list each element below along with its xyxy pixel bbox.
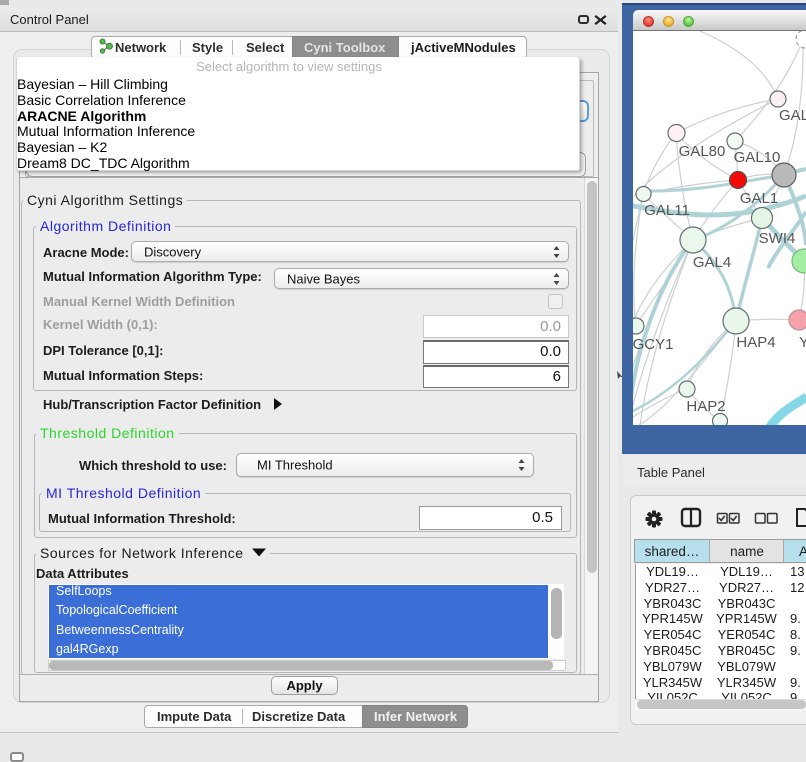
svg-text:GAL4: GAL4 <box>693 254 731 271</box>
svg-text:HAP2: HAP2 <box>686 398 725 415</box>
svg-text:YJ: YJ <box>799 334 806 351</box>
svg-text:GCY1: GCY1 <box>633 336 673 353</box>
svg-text:HAP4: HAP4 <box>736 334 775 351</box>
svg-text:GAL10: GAL10 <box>734 149 781 166</box>
svg-text:GAL80: GAL80 <box>679 143 726 160</box>
svg-text:SWI4: SWI4 <box>759 230 796 247</box>
svg-text:GAL11: GAL11 <box>644 202 690 219</box>
svg-text:GAL1: GAL1 <box>740 190 778 207</box>
svg-text:GAL7: GAL7 <box>779 107 806 124</box>
